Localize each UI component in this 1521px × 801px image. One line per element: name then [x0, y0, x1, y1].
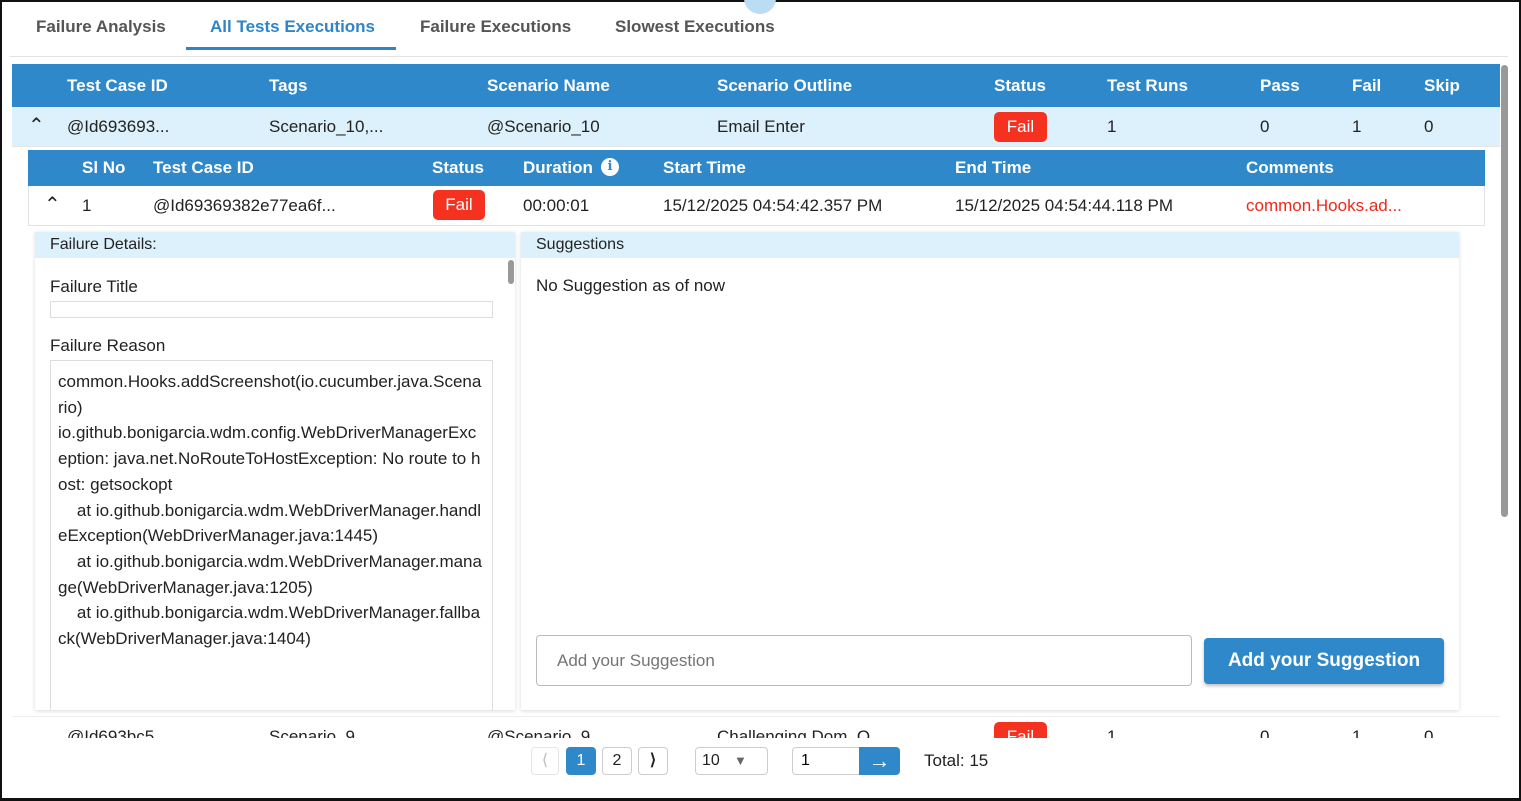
col-test-runs[interactable]: Test Runs [1107, 76, 1188, 96]
suggestions-heading: Suggestions [521, 232, 1459, 258]
status-badge: Fail [994, 112, 1047, 142]
cell-scenario-outline: Challenging Dom_O... [717, 727, 885, 738]
failure-reason-text[interactable]: common.Hooks.addScreenshot(io.cucumber.j… [50, 360, 493, 710]
col-pass[interactable]: Pass [1260, 76, 1300, 96]
cell-fail: 1 [1352, 117, 1362, 136]
sub-col-sl-no[interactable]: Sl No [82, 158, 126, 178]
panel-scrollbar[interactable] [508, 260, 514, 284]
col-scenario-name[interactable]: Scenario Name [487, 76, 610, 96]
col-status[interactable]: Status [994, 76, 1046, 96]
expand-chevron-icon[interactable]: ⌃ [26, 723, 43, 738]
total-count: Total: 15 [924, 751, 989, 770]
sub-col-test-case-id[interactable]: Test Case ID [153, 158, 254, 178]
col-test-case-id[interactable]: Test Case ID [67, 76, 168, 96]
col-scenario-outline[interactable]: Scenario Outline [717, 76, 853, 96]
cell-test-runs: 1 [1107, 727, 1117, 738]
collapse-chevron-icon[interactable]: ⌃ [28, 113, 45, 138]
sub-col-duration[interactable]: Duration [523, 158, 593, 178]
cell-pass: 0 [1260, 727, 1270, 738]
col-fail[interactable]: Fail [1352, 76, 1382, 96]
sub-col-end-time[interactable]: End Time [955, 158, 1032, 178]
sub-cell-comments[interactable]: common.Hooks.ad... [1246, 196, 1402, 216]
next-page-button[interactable]: ⟩ [638, 747, 668, 775]
prev-page-button[interactable]: ⟨ [531, 747, 559, 775]
table-scrollbar-thumb[interactable] [1501, 65, 1508, 517]
page-size-value: 10 [702, 752, 720, 769]
cell-tags: Scenario_9,... [269, 727, 374, 738]
sub-cell-start-time: 15/12/2025 04:54:42.357 PM [663, 196, 883, 215]
dropdown-arrow-icon: ▼ [734, 753, 747, 768]
sub-cell-end-time: 15/12/2025 04:54:44.118 PM [955, 196, 1174, 215]
tab-slowest-executions[interactable]: Slowest Executions [615, 17, 775, 37]
cell-test-case-id: @Id693bc5... [67, 727, 169, 738]
suggestions-panel: Suggestions No Suggestion as of now Add … [521, 232, 1459, 710]
sub-col-status[interactable]: Status [432, 158, 484, 178]
cell-fail: 1 [1352, 727, 1362, 738]
info-icon[interactable]: i [601, 158, 619, 176]
sub-col-comments[interactable]: Comments [1246, 158, 1334, 178]
sub-cell-sl-no: 1 [82, 196, 92, 215]
status-badge: Fail [433, 190, 485, 220]
cell-pass: 0 [1260, 117, 1270, 136]
page-2-button[interactable]: 2 [602, 747, 632, 775]
goto-page-input[interactable] [792, 747, 862, 775]
cell-skip: 0 [1424, 117, 1434, 136]
cell-scenario-outline: Email Enter [717, 117, 805, 136]
sub-cell-test-case-id: @Id69369382e77ea6f... [153, 196, 336, 215]
failure-reason-label: Failure Reason [50, 336, 166, 355]
sub-cell-duration: 00:00:01 [523, 196, 590, 215]
cell-test-case-id: @Id693693... [67, 117, 170, 136]
tab-failure-analysis[interactable]: Failure Analysis [36, 17, 166, 37]
collapse-chevron-icon[interactable]: ⌃ [44, 192, 61, 217]
status-badge: Fail [994, 722, 1047, 738]
col-tags[interactable]: Tags [269, 76, 308, 96]
tab-all-tests-executions[interactable]: All Tests Executions [210, 17, 375, 37]
tab-failure-executions[interactable]: Failure Executions [420, 17, 571, 37]
go-arrow-button[interactable]: → [859, 747, 900, 775]
failure-details-heading: Failure Details: [35, 232, 515, 258]
active-tab-underline [186, 47, 396, 50]
suggestion-input[interactable] [536, 635, 1192, 686]
cell-scenario-name: @Scenario_10 [487, 117, 600, 136]
cell-tags: Scenario_10,... [269, 117, 384, 136]
table-row[interactable]: ⌃ @Id693bc5... Scenario_9,... @Scenario_… [12, 716, 1500, 738]
col-skip[interactable]: Skip [1424, 76, 1460, 96]
failure-details-panel: Failure Details: Failure Title Failure R… [35, 232, 515, 710]
page-size-select[interactable]: 10 ▼ [695, 747, 768, 775]
no-suggestion-text: No Suggestion as of now [536, 276, 726, 295]
tabs-divider [10, 56, 1508, 57]
cell-scenario-name: @Scenario_9 [487, 727, 591, 738]
page-1-button[interactable]: 1 [566, 747, 596, 775]
cell-skip: 0 [1424, 727, 1434, 738]
cell-test-runs: 1 [1107, 117, 1117, 136]
failure-title-field[interactable] [50, 301, 493, 318]
sub-col-start-time[interactable]: Start Time [663, 158, 746, 178]
add-suggestion-button[interactable]: Add your Suggestion [1204, 638, 1444, 684]
failure-title-label: Failure Title [50, 277, 138, 296]
